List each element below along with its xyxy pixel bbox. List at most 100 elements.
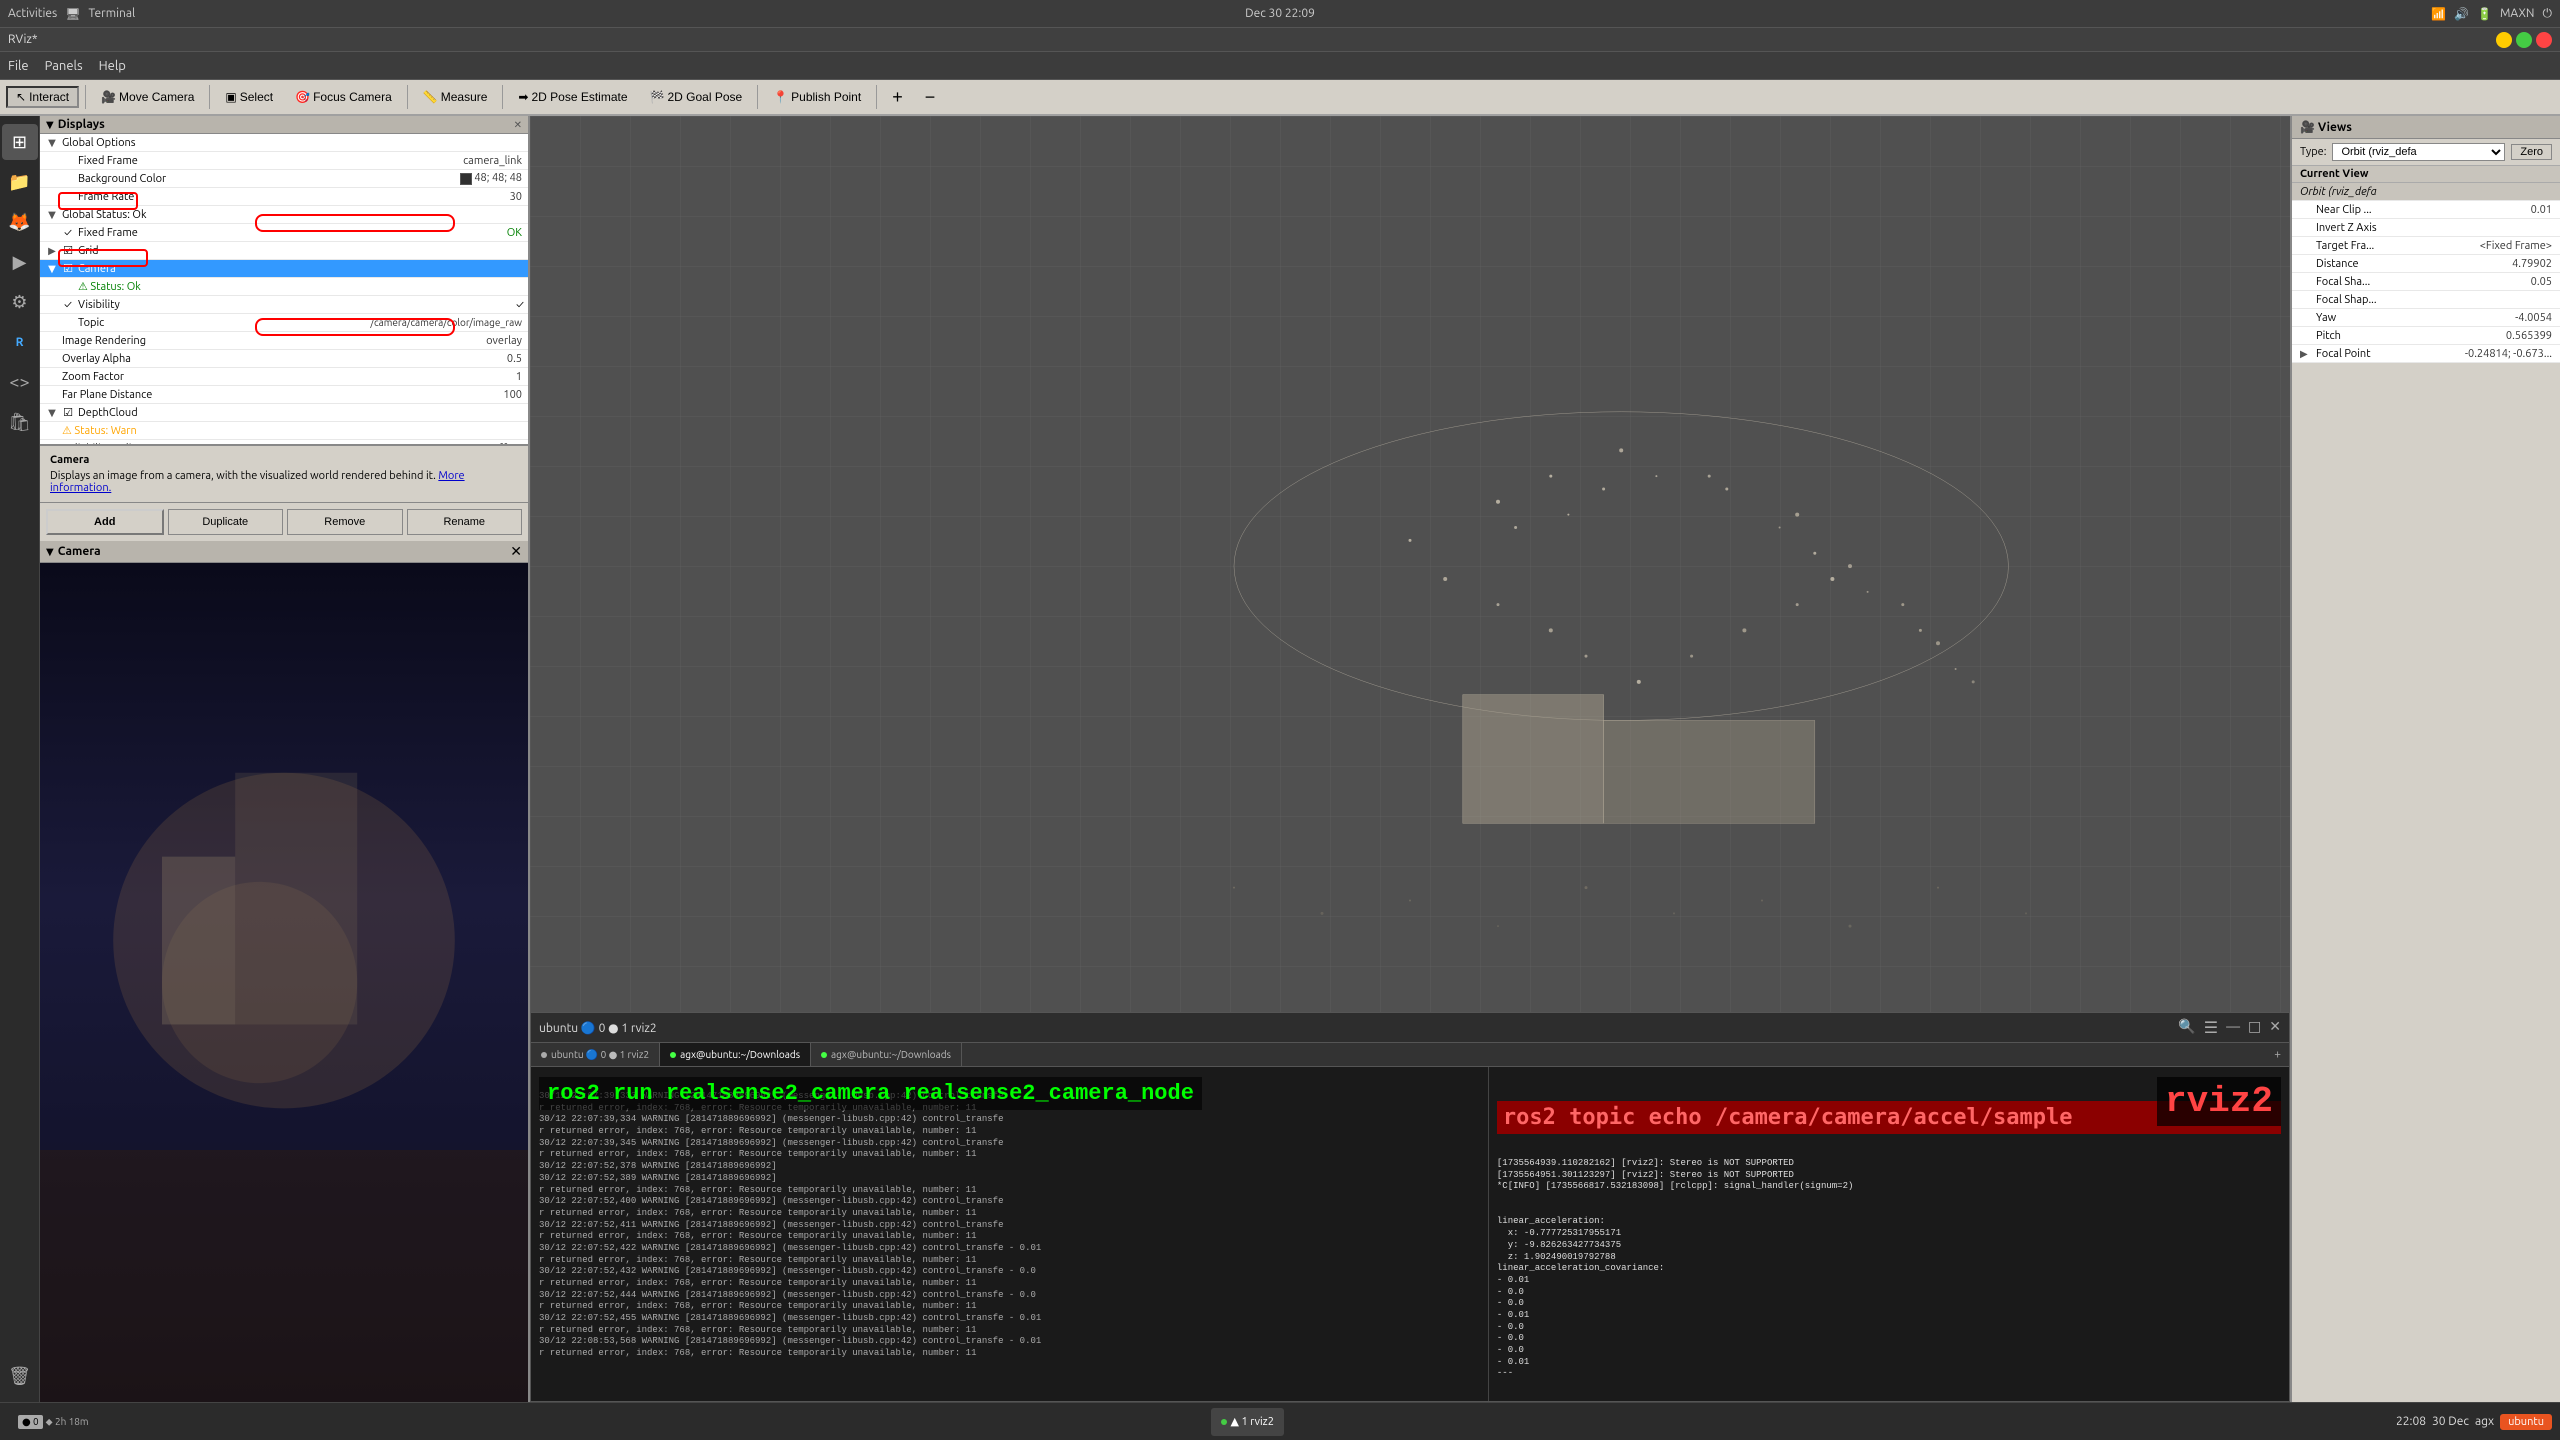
activities-label[interactable]: Activities [8, 7, 57, 20]
minus-button[interactable]: − [916, 84, 945, 111]
camera-description: Camera Displays an image from a camera, … [40, 446, 528, 503]
tab3-dot [821, 1052, 827, 1058]
tree-camera[interactable]: ▼ ☑ Camera [40, 260, 528, 278]
view-prop-distance[interactable]: Distance 4.79902 [2292, 255, 2560, 273]
view-prop-invert-z[interactable]: Invert Z Axis [2292, 219, 2560, 237]
view-prop-near-clip[interactable]: Near Clip ... 0.01 [2292, 201, 2560, 219]
terminal-icon: 🖥 [65, 7, 80, 21]
views-zero-button[interactable]: Zero [2511, 144, 2552, 160]
camera-viewport[interactable] [40, 563, 528, 1402]
menu-file[interactable]: File [8, 59, 29, 73]
workspace-badge: ● 0 [18, 1415, 43, 1429]
view-prop-focal-shape1[interactable]: Focal Sha... 0.05 [2292, 273, 2560, 291]
terminal-hamburger-icon[interactable]: ☰ [2204, 1018, 2218, 1037]
remove-button[interactable]: Remove [287, 509, 403, 535]
tree-depthcloud-status[interactable]: ⚠ Status: Warn [40, 422, 528, 440]
focus-camera-button[interactable]: 🎯 Focus Camera [286, 87, 401, 107]
gnome-settings-icon[interactable]: ⚙ [2, 284, 38, 320]
camera-subpanel-collapse[interactable]: ▼ [46, 546, 54, 558]
tree-camera-status[interactable]: ⚠ Status: Ok [40, 278, 528, 296]
tree-camera-visibility[interactable]: ✓ Visibility ✓ [40, 296, 528, 314]
gnome-code-icon[interactable]: <> [2, 364, 38, 400]
measure-button[interactable]: 📏 Measure [414, 87, 497, 107]
interact-button[interactable]: ↖ Interact [6, 86, 79, 108]
views-type-label: Type: [2300, 146, 2326, 158]
camera-subpanel-close[interactable]: ✕ [510, 543, 522, 560]
terminal-overlay: ubuntu 🔵 0 ● 1 rviz2 🔍 ☰ — □ ✕ ubuntu 🔵 … [530, 1012, 2290, 1402]
rviz-left-panel: ▼ Displays ✕ ▼ Global Options Fixed Fram… [40, 116, 530, 1402]
taskbar-workspace-indicator[interactable]: ● 0 ⬥ 2h 18m [8, 1408, 99, 1436]
tree-overlay-alpha[interactable]: Overlay Alpha 0.5 [40, 350, 528, 368]
expand-global-options[interactable]: ▼ [44, 137, 60, 149]
terminal-minimize-icon[interactable]: — [2226, 1018, 2240, 1037]
terminal-left-pane[interactable]: 30/12 22:07:39,333 WARNING [281471889696… [531, 1067, 1489, 1401]
views-header: 🎥 Views [2292, 116, 2560, 139]
maximize-btn[interactable] [2516, 32, 2532, 48]
tree-global-options[interactable]: ▼ Global Options [40, 134, 528, 152]
view-prop-focal-point[interactable]: ▶ Focal Point -0.24814; -0.673... [2292, 345, 2560, 363]
pose-estimate-button[interactable]: ➡ 2D Pose Estimate [509, 87, 636, 107]
menu-help[interactable]: Help [99, 59, 126, 73]
gnome-files-icon[interactable]: 📁 [2, 164, 38, 200]
camera-subpanel-header: ▼ Camera ✕ [40, 541, 528, 563]
goal-pose-button[interactable]: 🏁 2D Goal Pose [641, 87, 752, 107]
gnome-store-icon[interactable]: 🛍 [2, 404, 38, 440]
gnome-trash-icon[interactable]: 🗑 [2, 1358, 38, 1394]
power-icon[interactable]: ⏻ [2543, 7, 2553, 21]
terminal-label[interactable]: Terminal [88, 7, 135, 20]
tree-camera-topic[interactable]: Topic /camera/camera/color/image_raw [40, 314, 528, 332]
displays-collapse-icon[interactable]: ▼ [46, 119, 54, 131]
tree-zoom-factor[interactable]: Zoom Factor 1 [40, 368, 528, 386]
user-label: MAXN [2500, 7, 2535, 20]
view-prop-pitch[interactable]: Pitch 0.565399 [2292, 327, 2560, 345]
tree-fixed-frame[interactable]: Fixed Frame camera_link [40, 152, 528, 170]
terminal-title-bar: ubuntu 🔵 0 ● 1 rviz2 🔍 ☰ — □ ✕ [531, 1013, 2289, 1043]
terminal-tab-3[interactable]: agx@ubuntu:~/Downloads [811, 1043, 962, 1066]
terminal-close-icon[interactable]: ✕ [2269, 1018, 2281, 1037]
move-camera-button[interactable]: 🎥 Move Camera [92, 87, 203, 107]
views-type-select[interactable]: Orbit (rviz_defa [2332, 143, 2505, 161]
window-title-bar: RViz* [0, 28, 2560, 52]
tree-global-status[interactable]: ▼ Global Status: Ok [40, 206, 528, 224]
tree-bg-color[interactable]: Background Color 48; 48; 48 [40, 170, 528, 188]
toolbar: ↖ Interact 🎥 Move Camera ▣ Select 🎯 Focu… [0, 80, 2560, 116]
close-btn[interactable] [2536, 32, 2552, 48]
measure-icon: 📏 [423, 90, 438, 104]
duplicate-button[interactable]: Duplicate [168, 509, 284, 535]
view-prop-yaw[interactable]: Yaw -4.0054 [2292, 309, 2560, 327]
taskbar-rviz2-indicator[interactable]: ▲ 1 rviz2 [1211, 1408, 1284, 1436]
minimize-btn[interactable] [2496, 32, 2512, 48]
displays-header: ▼ Displays ✕ [40, 116, 528, 134]
gnome-terminal-icon[interactable]: ▶ [2, 244, 38, 280]
tree-status-fixed-frame[interactable]: ✓ Fixed Frame OK [40, 224, 528, 242]
taskbar-distro: ubuntu [2500, 1414, 2552, 1430]
displays-close-icon[interactable]: ✕ [514, 119, 522, 131]
publish-point-button[interactable]: 📍 Publish Point [764, 87, 870, 107]
gnome-rviz-icon[interactable]: R [2, 324, 38, 360]
move-camera-icon: 🎥 [101, 90, 116, 104]
terminal-maximize-icon[interactable]: □ [2248, 1018, 2261, 1037]
tree-reliability-policy[interactable]: Reliability Policy Best effort [40, 440, 528, 444]
tree-far-plane[interactable]: Far Plane Distance 100 [40, 386, 528, 404]
gnome-apps-icon[interactable]: ⊞ [2, 124, 38, 160]
tree-image-rendering[interactable]: Image Rendering overlay [40, 332, 528, 350]
plus-button[interactable]: + [883, 84, 912, 111]
view-prop-focal-shape2[interactable]: Focal Shap... [2292, 291, 2560, 309]
add-button[interactable]: Add [46, 509, 164, 535]
tree-frame-rate[interactable]: Frame Rate 30 [40, 188, 528, 206]
top-bar-right: 📶 🔊 🔋 MAXN ⏻ [2431, 7, 2552, 21]
gnome-firefox-icon[interactable]: 🦊 [2, 204, 38, 240]
taskbar-center: ▲ 1 rviz2 [1211, 1408, 1284, 1436]
terminal-tab-2[interactable]: agx@ubuntu:~/Downloads [660, 1043, 811, 1066]
terminal-tab-1[interactable]: ubuntu 🔵 0 ● 1 rviz2 [531, 1043, 660, 1066]
select-button[interactable]: ▣ Select [216, 87, 282, 107]
view-prop-target-frame[interactable]: Target Fra... <Fixed Frame> [2292, 237, 2560, 255]
menu-panels[interactable]: Panels [45, 59, 83, 73]
terminal-new-tab-icon[interactable]: + [2274, 1048, 2281, 1061]
tree-grid[interactable]: ▶ ☑ Grid [40, 242, 528, 260]
taskbar-right: 22:08 30 Dec agx ubuntu [2396, 1414, 2552, 1430]
terminal-right-pane[interactable]: ros2 topic echo /camera/camera/accel/sam… [1489, 1067, 2289, 1401]
rename-button[interactable]: Rename [407, 509, 523, 535]
tree-depthcloud[interactable]: ▼ ☑ DepthCloud [40, 404, 528, 422]
terminal-search-icon[interactable]: 🔍 [2178, 1018, 2195, 1037]
